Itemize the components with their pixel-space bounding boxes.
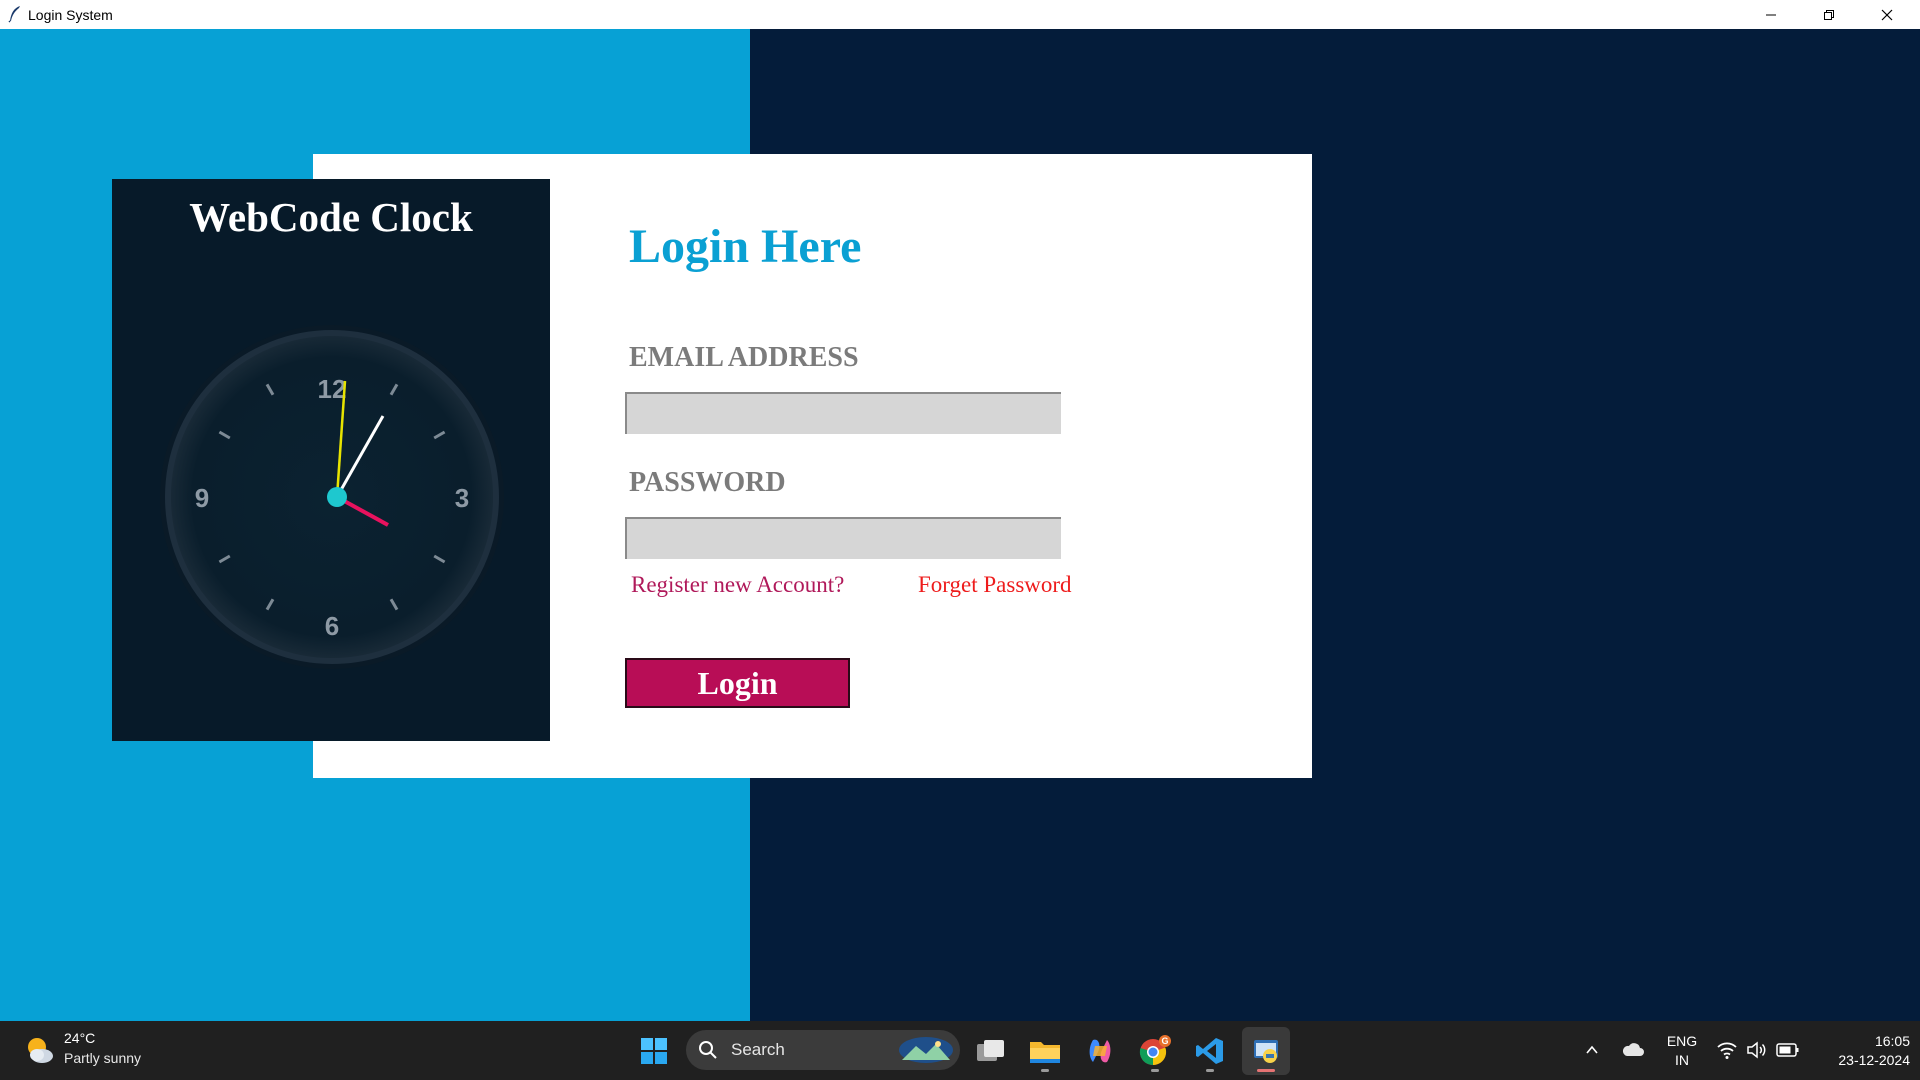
wifi-icon[interactable] xyxy=(1716,1040,1738,1060)
active-indicator xyxy=(1257,1069,1275,1072)
vscode-icon xyxy=(1196,1038,1223,1064)
language-indicator[interactable]: ENG IN xyxy=(1660,1032,1704,1070)
volume-icon[interactable] xyxy=(1746,1040,1768,1060)
close-icon xyxy=(1881,9,1893,20)
analog-clock: 12 3 6 9 xyxy=(160,325,504,669)
restore-icon xyxy=(1824,9,1834,20)
clock-panel: WebCode Clock 12 3 6 9 xyxy=(112,179,550,741)
taskbar: 24°C Partly sunny Search G ENG IN 16:05 … xyxy=(0,1021,1920,1080)
feather-icon xyxy=(8,6,20,23)
email-label: EMAIL ADDRESS xyxy=(629,342,859,373)
running-indicator xyxy=(1041,1069,1049,1072)
chrome-icon: G xyxy=(1139,1035,1171,1066)
clock-number-6: 6 xyxy=(325,611,339,641)
copilot-button[interactable] xyxy=(1076,1027,1124,1075)
onedrive-cloud-icon[interactable] xyxy=(1621,1040,1645,1058)
app-area: WebCode Clock 12 3 6 9 Login Here EMAIL … xyxy=(0,29,1920,1021)
taskbar-date: 23-12-2024 xyxy=(1838,1052,1910,1068)
restore-button[interactable] xyxy=(1800,0,1858,29)
chevron-up-icon[interactable] xyxy=(1585,1043,1599,1057)
close-button[interactable] xyxy=(1858,0,1916,29)
language-code: ENG xyxy=(1666,1033,1698,1049)
taskbar-search-box[interactable]: Search xyxy=(686,1030,960,1070)
chrome-profile-badge: G xyxy=(1161,1036,1168,1046)
weather-condition[interactable]: Partly sunny xyxy=(64,1050,141,1066)
partly-sunny-icon[interactable] xyxy=(24,1034,56,1066)
email-input[interactable] xyxy=(625,392,1061,434)
minimize-button[interactable] xyxy=(1742,0,1800,29)
login-button[interactable]: Login xyxy=(625,658,850,708)
window-title: Login System xyxy=(28,7,113,23)
search-label: Search xyxy=(731,1040,785,1059)
clock-center-dot xyxy=(327,487,347,507)
running-indicator xyxy=(1206,1069,1214,1072)
task-view-button[interactable] xyxy=(967,1027,1015,1075)
register-link[interactable]: Register new Account? xyxy=(631,572,844,598)
clock-number-3: 3 xyxy=(455,483,469,513)
minimize-icon xyxy=(1766,14,1776,15)
copilot-icon xyxy=(1089,1039,1111,1063)
clock-number-9: 9 xyxy=(195,483,209,513)
search-highlight-icon xyxy=(899,1037,953,1063)
taskbar-time: 16:05 xyxy=(1874,1033,1910,1049)
password-label: PASSWORD xyxy=(629,467,786,498)
start-button[interactable] xyxy=(630,1027,678,1075)
forget-password-link[interactable]: Forget Password xyxy=(918,572,1072,598)
login-app-taskbar-button[interactable] xyxy=(1242,1027,1290,1075)
search-icon xyxy=(699,1041,717,1059)
region-code: IN xyxy=(1675,1052,1689,1068)
vscode-button[interactable] xyxy=(1186,1027,1234,1075)
password-input[interactable] xyxy=(625,517,1061,559)
windows-start-icon xyxy=(641,1038,667,1064)
weather-temperature[interactable]: 24°C xyxy=(64,1030,95,1046)
task-view-icon xyxy=(977,1040,1004,1061)
taskbar-clock[interactable]: 16:05 23-12-2024 xyxy=(1800,1032,1910,1070)
file-explorer-button[interactable] xyxy=(1021,1027,1069,1075)
python-app-icon xyxy=(1254,1040,1278,1063)
clock-number-12: 12 xyxy=(318,374,347,404)
login-heading: Login Here xyxy=(629,220,862,273)
running-indicator xyxy=(1151,1069,1159,1072)
title-bar: Login System xyxy=(0,0,1920,29)
file-explorer-icon xyxy=(1030,1042,1060,1063)
chrome-button[interactable]: G xyxy=(1131,1027,1179,1075)
battery-icon[interactable] xyxy=(1776,1042,1800,1058)
clock-title: WebCode Clock xyxy=(189,194,473,240)
